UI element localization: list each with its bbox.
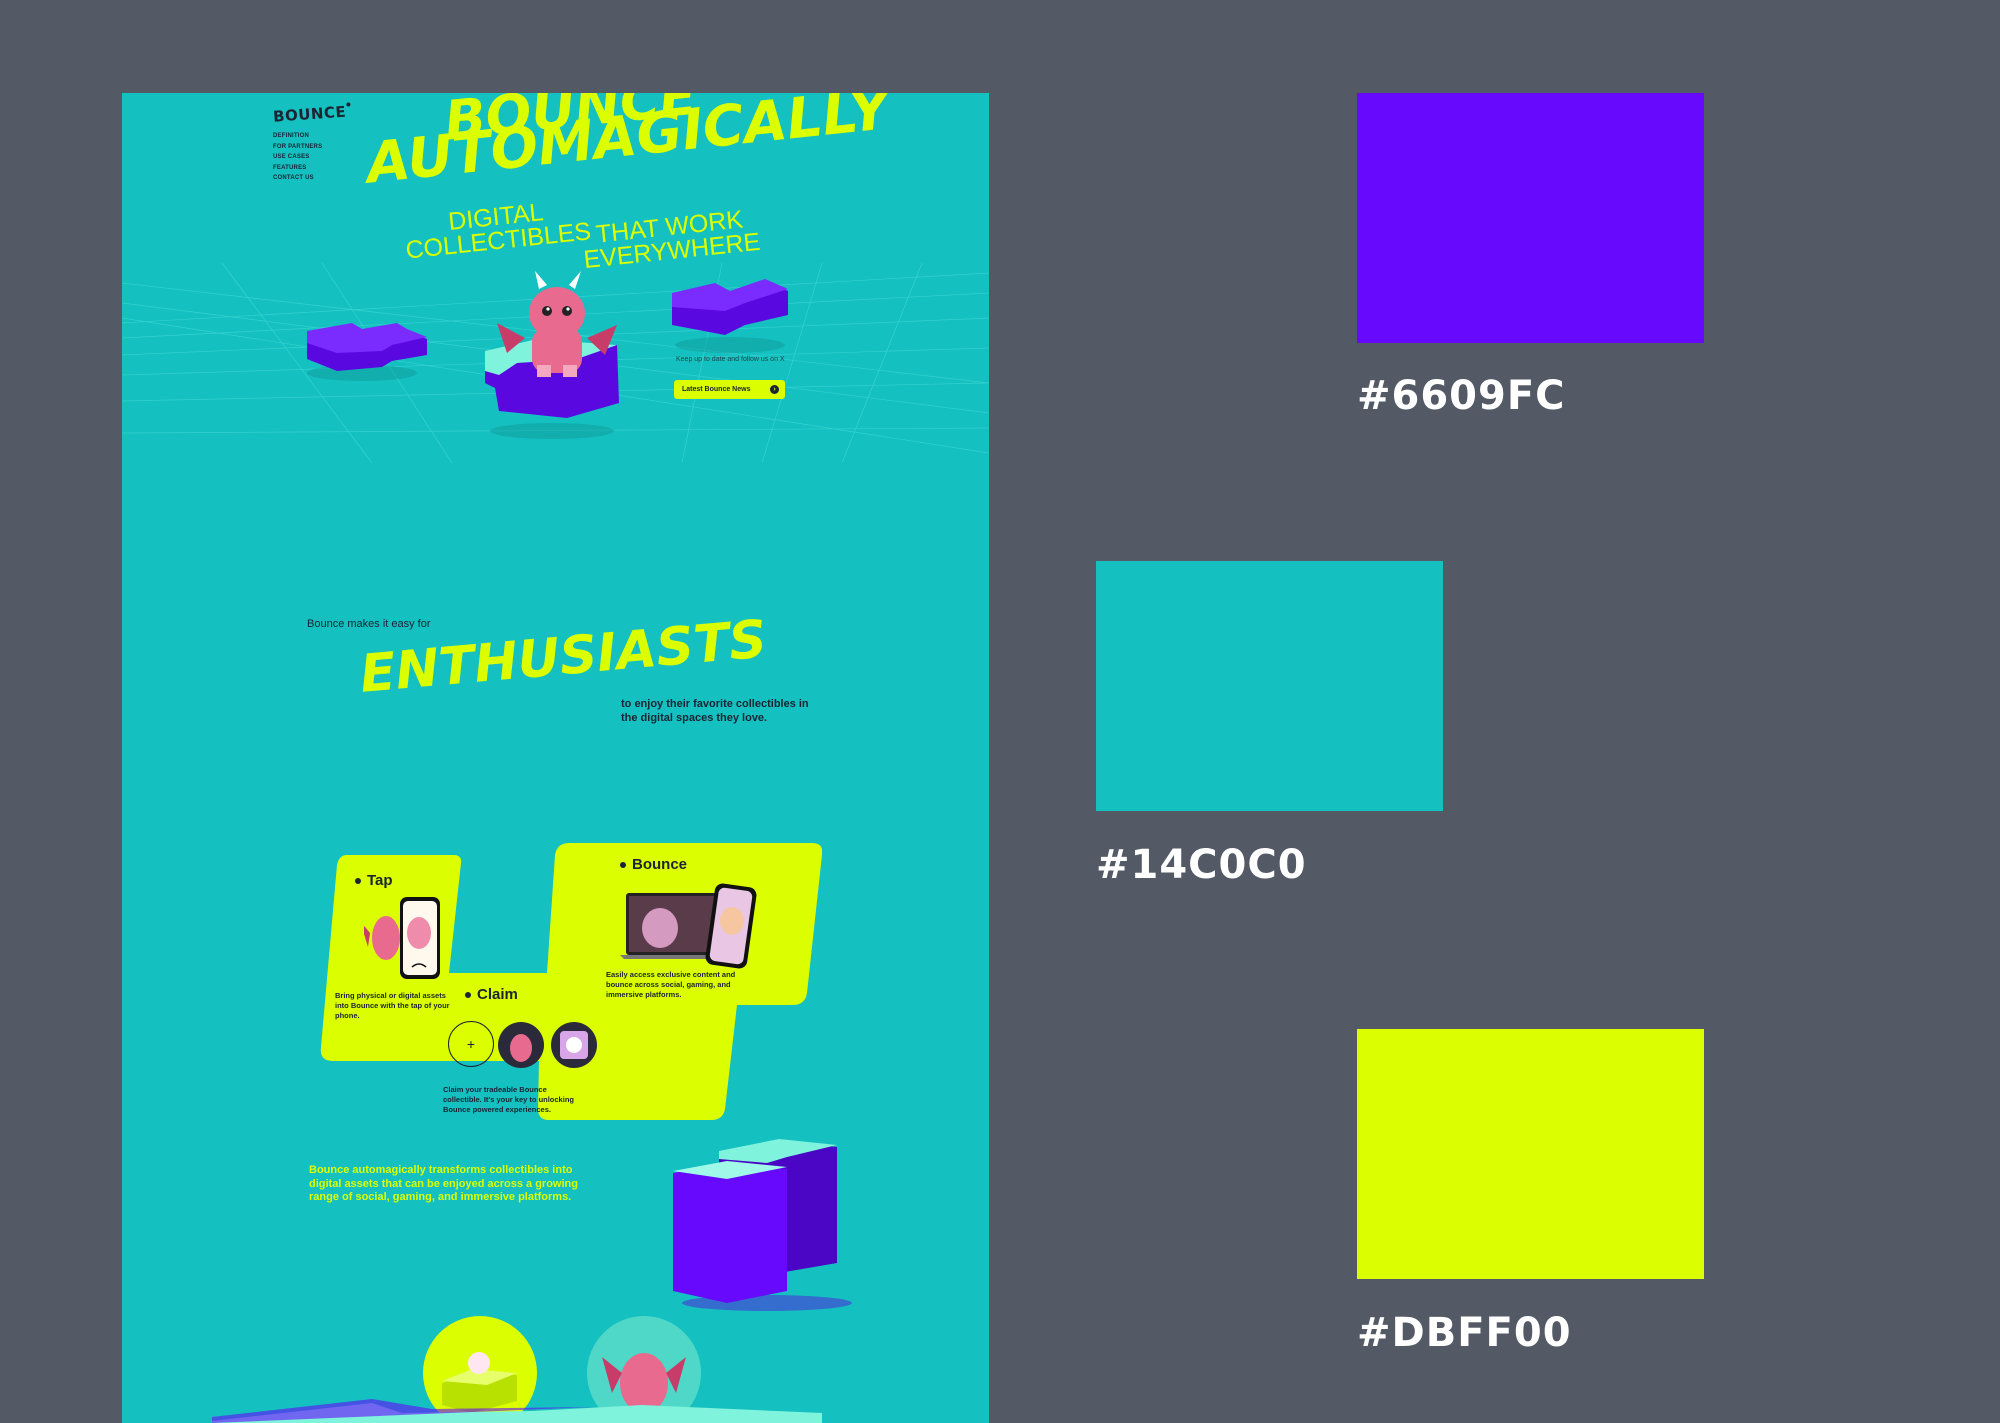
claim-collectibles	[498, 1022, 597, 1068]
claim-add-button[interactable]: +	[448, 1021, 494, 1067]
swatch-purple-label: #6609FC	[1357, 373, 1566, 419]
plus-icon: +	[466, 1036, 476, 1052]
feature-bounce-desc: Easily access exclusive content and boun…	[606, 970, 736, 999]
nav-item-for-partners[interactable]: FOR PARTNERS	[273, 142, 322, 153]
latest-news-button[interactable]: Latest Bounce News ›	[674, 380, 785, 399]
feature-bounce-title: Bounce	[620, 856, 687, 873]
swatch-teal-label: #14C0C0	[1096, 842, 1307, 888]
feature-tap-title: Tap	[355, 872, 393, 889]
bounce-illustration	[620, 883, 757, 969]
nav-item-features[interactable]: FEATURES	[273, 163, 322, 174]
tap-illustration	[364, 897, 440, 979]
feature-claim-desc: Claim your tradeable Bounce collectible.…	[443, 1085, 574, 1114]
swatch-yellow-label: #DBFF00	[1357, 1310, 1572, 1356]
purple-block-stack	[673, 1139, 852, 1311]
arrow-right-icon: ›	[770, 385, 779, 394]
nav-item-use-cases[interactable]: USE CASES	[273, 152, 322, 163]
audience-intro: Bounce makes it easy for	[307, 618, 431, 630]
swatch-teal	[1096, 561, 1443, 811]
main-nav: DEFINITION FOR PARTNERS USE CASES FEATUR…	[273, 131, 322, 184]
swatch-purple	[1357, 93, 1704, 343]
bottom-scene	[212, 1316, 822, 1423]
nav-item-definition[interactable]: DEFINITION	[273, 131, 322, 142]
swatch-yellow	[1357, 1029, 1704, 1279]
website-mockup: BOUNCE DEFINITION FOR PARTNERS USE CASES…	[122, 93, 989, 1423]
follow-text: Keep up to date and follow us on X	[676, 356, 785, 363]
transform-text: Bounce automagically transforms collecti…	[309, 1164, 578, 1203]
nav-item-contact-us[interactable]: CONTACT US	[273, 173, 322, 184]
purple-block-right	[672, 279, 788, 353]
purple-block-left	[307, 323, 427, 381]
feature-claim-title: Claim	[465, 986, 518, 1003]
feature-tap-desc: Bring physical or digital assets into Bo…	[335, 991, 450, 1020]
bounce-logo[interactable]: BOUNCE	[272, 102, 351, 126]
audience-outro: to enjoy their favorite collectibles in …	[621, 698, 809, 724]
dragon-pedestal	[485, 271, 619, 439]
